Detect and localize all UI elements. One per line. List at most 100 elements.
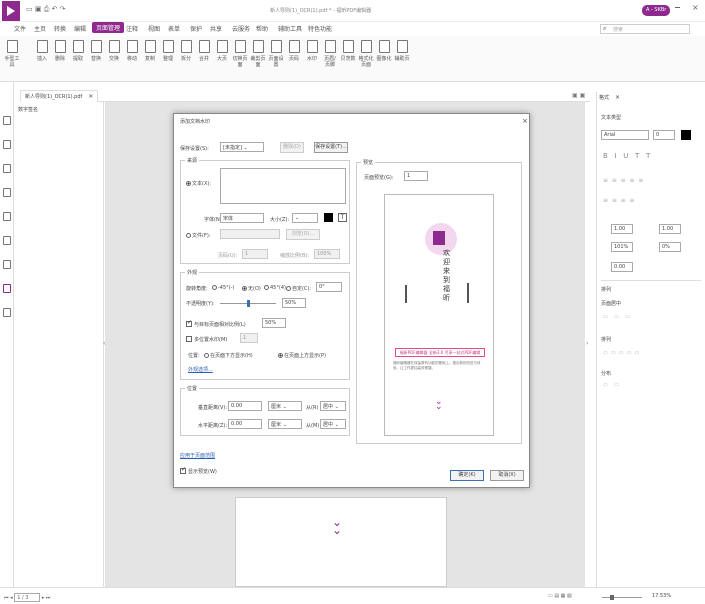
rotate-custom-radio[interactable]: 自定(C): xyxy=(286,285,311,292)
custom-rotate-field[interactable]: 0° xyxy=(316,282,342,292)
save-icon[interactable]: ▣ xyxy=(35,5,42,13)
ribbon-rasterize[interactable]: 图像化 xyxy=(376,40,392,62)
relative-scale-checkbox[interactable] xyxy=(186,319,192,327)
signature-icon[interactable] xyxy=(3,260,11,269)
menu-edit[interactable]: 编辑 xyxy=(74,24,86,33)
page-nav[interactable]: ⏮ ◂ 1 / 3 ▸ ⏭ xyxy=(4,593,50,602)
ribbon-page-setup[interactable]: 页面设置 xyxy=(268,40,284,68)
ribbon-switch-page[interactable]: 切换页面 xyxy=(232,40,248,68)
text-format-buttons[interactable]: B I U T T xyxy=(603,152,650,160)
menu-comment[interactable]: 注释 xyxy=(126,24,138,33)
cancel-button[interactable]: 取消(X) xyxy=(490,470,524,481)
format-panel-tab[interactable]: 格式 × xyxy=(599,94,620,101)
font-select[interactable]: 宋体 xyxy=(220,213,264,223)
open-icon[interactable]: ▭ xyxy=(26,5,33,13)
text-color-swatch[interactable] xyxy=(681,130,691,140)
undo-icon[interactable]: ↶ xyxy=(52,5,58,13)
attachment-icon[interactable] xyxy=(3,212,11,221)
horizontal-unit-select[interactable]: 厘米 ⌄ xyxy=(268,419,302,429)
relative-scale-field[interactable]: 50% xyxy=(262,318,286,328)
vertical-distance-field[interactable]: 0.00 xyxy=(228,401,262,411)
close-button[interactable]: × xyxy=(692,3,699,12)
center-buttons[interactable]: ▭ ▭ ▭ xyxy=(603,314,630,320)
page-number-field[interactable]: 1 / 3 xyxy=(14,593,41,602)
user-badge[interactable]: A - SKBr xyxy=(642,5,671,16)
next-page-icon[interactable]: ▸ xyxy=(42,595,45,601)
delete-preset-button[interactable]: 删除(D) xyxy=(280,142,304,153)
alignment-buttons[interactable]: ▭ ▭ ▭ ▭ ▭ xyxy=(603,350,639,356)
page-thumbnail-icon[interactable] xyxy=(3,140,11,149)
rotate-45-radio[interactable]: 45°(4) xyxy=(264,285,286,291)
search-box[interactable]: ⌕ 搜索 xyxy=(600,24,690,34)
menu-view[interactable]: 视图 xyxy=(148,24,160,33)
text-source-radio[interactable]: 文本(X): xyxy=(186,180,211,187)
minimize-button[interactable] xyxy=(675,7,680,8)
prev-page-icon[interactable]: ◂ xyxy=(10,595,13,601)
front-page-radio[interactable]: 在页面上方显示(P) xyxy=(278,352,326,359)
ribbon-crop[interactable]: 裁剪页面 xyxy=(250,40,266,68)
watermark-text-area[interactable] xyxy=(220,168,346,204)
ribbon-large-page[interactable]: 大页 xyxy=(214,40,230,62)
ribbon-move[interactable]: 移动 xyxy=(124,40,140,62)
zoom-slider[interactable] xyxy=(602,595,642,600)
panel-collapse-left[interactable]: ‹ xyxy=(103,340,105,347)
scale-field[interactable]: 101% xyxy=(611,242,633,252)
browse-button[interactable]: 浏览(O)... xyxy=(286,229,320,240)
menu-cloud[interactable]: 云服务 xyxy=(232,24,250,33)
last-page-icon[interactable]: ⏭ xyxy=(46,595,51,601)
ok-button[interactable]: 确定(K) xyxy=(450,470,484,481)
menu-accessibility[interactable]: 辅助工具 xyxy=(278,24,302,33)
menu-features[interactable]: 特色功能 xyxy=(308,24,332,33)
menu-form[interactable]: 表单 xyxy=(168,24,180,33)
rise-field[interactable]: 0% xyxy=(659,242,681,252)
font-family-select[interactable]: Arial xyxy=(601,130,649,140)
panel-toggle-icons[interactable]: ▣ ▣ xyxy=(572,92,585,99)
document-tab[interactable]: 新人导则(1)_OCR(1).pdf × xyxy=(20,90,99,102)
char-spacing-field[interactable]: 1.00 xyxy=(659,224,681,234)
ribbon-copy[interactable]: 复制 xyxy=(142,40,158,62)
opacity-slider[interactable] xyxy=(220,300,276,307)
apply-range-link[interactable]: 应用于页面范围 xyxy=(180,452,215,459)
ribbon-hand-tool[interactable]: 手型工具 xyxy=(4,40,20,68)
ribbon-swap[interactable]: 交换 xyxy=(106,40,122,62)
layers-icon[interactable] xyxy=(3,164,11,173)
appearance-options-link[interactable]: 外观选项... xyxy=(188,366,213,373)
size-select[interactable]: ⌄ xyxy=(292,213,318,223)
dialog-close-button[interactable]: × xyxy=(522,117,528,125)
tab-close-icon[interactable]: × xyxy=(88,93,93,100)
ribbon-extract[interactable]: 提取 xyxy=(70,40,86,62)
ribbon-page-number[interactable]: 页码 xyxy=(286,40,302,62)
vertical-unit-select[interactable]: 厘米 ⌄ xyxy=(268,401,302,411)
comment-icon[interactable] xyxy=(3,188,11,197)
print-icon[interactable]: ⎙ xyxy=(44,5,50,13)
opacity-slider-thumb[interactable] xyxy=(247,300,250,307)
paragraph-buttons[interactable]: ≡ ≡ ≡ ≡ xyxy=(603,197,635,204)
rotate-none-radio[interactable]: 无(O) xyxy=(242,285,261,292)
ribbon-split[interactable]: 拆分 xyxy=(178,40,194,62)
menu-protect[interactable]: 保护 xyxy=(190,24,202,33)
page-field[interactable]: 1 xyxy=(242,249,268,259)
indent-field[interactable]: 0.00 xyxy=(611,262,633,272)
menu-share[interactable]: 共享 xyxy=(210,24,222,33)
ribbon-replace[interactable]: 替换 xyxy=(88,40,104,62)
zoom-slider-thumb[interactable] xyxy=(610,595,614,600)
scale-field[interactable]: 100% xyxy=(314,249,340,259)
distribute-buttons[interactable]: ▭ ▭ xyxy=(603,382,619,388)
horizontal-distance-field[interactable]: 0.00 xyxy=(228,419,262,429)
horizontal-align-select[interactable]: 居中 ⌄ xyxy=(320,419,346,429)
ribbon-header-footer[interactable]: 页眉/页脚 xyxy=(322,40,338,68)
ribbon-aux-page[interactable]: 辅助页 xyxy=(394,40,410,62)
ribbon-insert[interactable]: 插入 xyxy=(34,40,50,62)
ribbon-organize[interactable]: 整理 xyxy=(160,40,176,62)
panel-collapse-right[interactable]: › xyxy=(586,340,588,347)
menu-file[interactable]: 文件 xyxy=(14,24,26,33)
text-align-buttons[interactable]: ≡ ≡ ≡ ≡ ≡ xyxy=(603,177,643,184)
opacity-field[interactable]: 50% xyxy=(282,298,306,308)
file-path-field[interactable] xyxy=(220,229,280,239)
vertical-align-select[interactable]: 居中 ⌄ xyxy=(320,401,346,411)
ribbon-format-page[interactable]: 格式化页面 xyxy=(358,40,374,68)
security-icon[interactable] xyxy=(3,236,11,245)
menu-help[interactable]: 帮助 xyxy=(256,24,268,33)
underline-icon[interactable]: T xyxy=(338,213,347,222)
menu-convert[interactable]: 转换 xyxy=(54,24,66,33)
